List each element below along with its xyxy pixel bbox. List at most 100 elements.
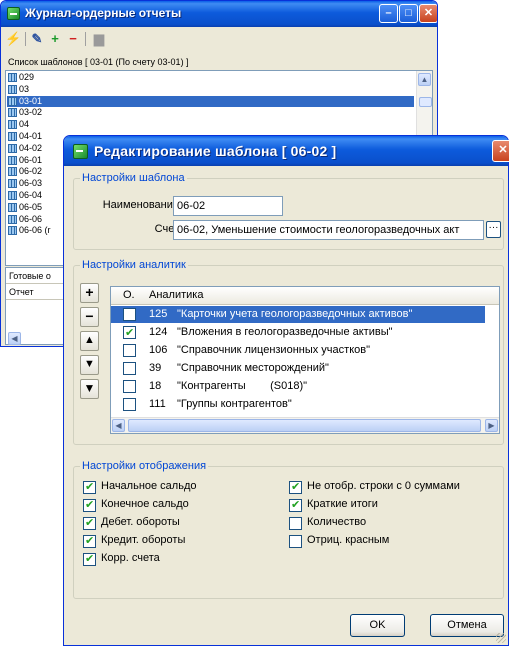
template-list-item[interactable]: 029 (7, 72, 34, 83)
toolbar-separator (85, 32, 86, 46)
account-browse-button[interactable]: ··· (486, 221, 501, 238)
template-settings-legend: Настройки шаблона (80, 172, 187, 184)
maximize-button[interactable]: □ (399, 4, 418, 23)
analytics-row[interactable]: 125 "Карточки учета геологоразведочных ак… (111, 306, 485, 323)
template-list-item[interactable]: 04 (7, 119, 29, 130)
template-list-item-label: 029 (19, 72, 35, 82)
grid-icon (8, 167, 17, 177)
account-field[interactable]: 06-02, Уменьшение стоимости геологоразве… (173, 220, 484, 240)
template-settings-group: Настройки шаблона Наименование 06-02 Сче… (73, 172, 504, 250)
resize-grip[interactable] (496, 633, 506, 643)
analytics-row[interactable]: 106 "Справочник лицензионных участков" (111, 342, 485, 359)
analytics-row-number: 124 (149, 326, 168, 338)
remove-analytics-icon[interactable]: − (80, 307, 99, 327)
report-column-label: Отчет (9, 287, 34, 297)
display-settings-legend: Настройки отображения (80, 460, 209, 472)
display-option-checkbox[interactable] (289, 517, 302, 530)
analytics-row[interactable]: 39 "Справочник месторождений" (111, 360, 485, 377)
template-list-item[interactable]: 04-02 (7, 143, 42, 154)
template-list-label: Список шаблонов [ 03-01 (По счету 03-01)… (8, 57, 189, 67)
display-option-checkbox[interactable] (83, 534, 96, 548)
ok-button[interactable]: OK (350, 614, 405, 637)
scroll-left-icon[interactable]: ◀ (8, 332, 21, 345)
filter-icon[interactable]: ▼ (80, 379, 99, 399)
template-list-item[interactable]: 06-01 (7, 155, 42, 166)
scroll-thumb[interactable] (419, 97, 432, 107)
analytics-row-number: 111 (149, 398, 166, 410)
dialog-close-button[interactable]: ✕ (492, 140, 509, 162)
folder-icon[interactable]: ▆ (91, 31, 107, 47)
grid-icon (8, 191, 17, 200)
display-option-checkbox[interactable] (289, 535, 302, 548)
template-list-item-label: 06-03 (19, 178, 43, 189)
dialog-title-bar[interactable]: Редактирование шаблона [ 06-02 ] ✕ (64, 136, 509, 166)
template-list-item[interactable]: 06-02 (7, 166, 42, 177)
add-icon[interactable]: + (47, 31, 63, 47)
display-option-checkbox[interactable] (289, 480, 302, 494)
analytics-row[interactable]: 111 "Группы контрагентов" (111, 396, 485, 413)
display-option-checkbox[interactable] (83, 498, 96, 512)
template-list-item-label: 04-02 (19, 142, 43, 153)
template-list-item-label: 03-01 (19, 95, 43, 106)
move-up-icon[interactable]: ▲ (80, 331, 99, 351)
analytics-row-number: 39 (149, 362, 162, 374)
analytics-row-checkbox[interactable] (123, 362, 136, 375)
grid-icon (8, 84, 17, 94)
remove-icon[interactable]: − (65, 31, 81, 47)
display-settings-group: Настройки отображения Начальное сальдо Ко… (73, 460, 504, 599)
template-list-item[interactable]: 06-06 (r (7, 225, 51, 236)
analytics-row-name: "Группы контрагентов" (177, 398, 292, 410)
template-list-item-label: 06-06 (19, 213, 43, 224)
analytics-row-name: "Справочник лицензионных участков" (177, 344, 370, 356)
analytics-table[interactable]: О. Аналитика 125 "Карточки учета геологор… (110, 286, 500, 434)
window-title: Журнал-ордерные отчеты (25, 6, 182, 20)
analytics-row[interactable]: 124 "Вложения в геологоразведочные активы… (111, 324, 485, 342)
display-option-checkbox[interactable] (83, 516, 96, 530)
add-analytics-icon[interactable]: + (80, 283, 99, 303)
display-option-checkbox[interactable] (83, 552, 96, 566)
minimize-button[interactable]: – (379, 4, 398, 23)
ready-reports-label: Готовые о (9, 271, 51, 281)
template-list-item[interactable]: 03 (7, 84, 29, 95)
wand-icon[interactable]: ⚡ (5, 31, 21, 47)
name-field[interactable]: 06-02 (173, 196, 283, 216)
scroll-up-icon[interactable]: ▲ (418, 73, 431, 86)
cancel-button[interactable]: Отмена (430, 614, 504, 637)
analytics-row-checkbox[interactable] (123, 380, 136, 393)
analytics-row[interactable]: 18 "Контрагенты (S018)" (111, 378, 485, 395)
close-button[interactable]: ✕ (419, 4, 437, 23)
grid-icon (8, 226, 17, 236)
grid-icon (8, 132, 17, 141)
template-list-item[interactable]: 06-05 (7, 202, 42, 213)
template-list-item[interactable]: 06-04 (7, 190, 42, 201)
template-list-item-label: 06-06 (r (19, 225, 51, 236)
analytics-row-name: "Карточки учета геологоразведочных актив… (177, 308, 413, 320)
scroll-left-icon[interactable]: ◀ (112, 419, 125, 432)
analytics-row-checkbox[interactable] (123, 398, 136, 411)
scroll-thumb[interactable] (128, 419, 481, 432)
display-option-checkbox[interactable] (83, 480, 96, 494)
horizontal-scrollbar[interactable]: ◀ ▶ (111, 417, 499, 433)
analytics-row-checkbox[interactable] (123, 308, 136, 321)
name-label: Наименование (102, 199, 179, 211)
template-list-item[interactable]: 03-02 (7, 107, 42, 118)
template-list-item[interactable]: 04-01 (7, 131, 42, 142)
template-list-item[interactable]: 03-01 (7, 95, 414, 107)
analytics-row-checkbox[interactable] (123, 325, 136, 342)
template-list-item[interactable]: 06-03 (7, 178, 42, 189)
scroll-right-icon[interactable]: ▶ (485, 419, 498, 432)
edit-icon[interactable]: ✎ (29, 31, 45, 47)
move-down-icon[interactable]: ▼ (80, 355, 99, 375)
template-list-item[interactable]: 06-06 (7, 214, 42, 225)
display-option-label: Краткие итоги (307, 498, 378, 510)
display-option-checkbox[interactable] (289, 498, 302, 512)
analytics-row-name: "Справочник месторождений" (177, 362, 329, 374)
grid-icon (8, 120, 17, 130)
title-bar[interactable]: Журнал-ордерные отчеты – □ ✕ (1, 1, 437, 27)
analytics-row-name: "Вложения в геологоразведочные активы" (177, 326, 393, 338)
app-icon (7, 7, 20, 20)
grid-icon (8, 143, 17, 153)
analytics-row-checkbox[interactable] (123, 344, 136, 357)
template-list-item-label: 03 (19, 83, 30, 94)
dialog-title: Редактирование шаблона [ 06-02 ] (94, 143, 337, 159)
